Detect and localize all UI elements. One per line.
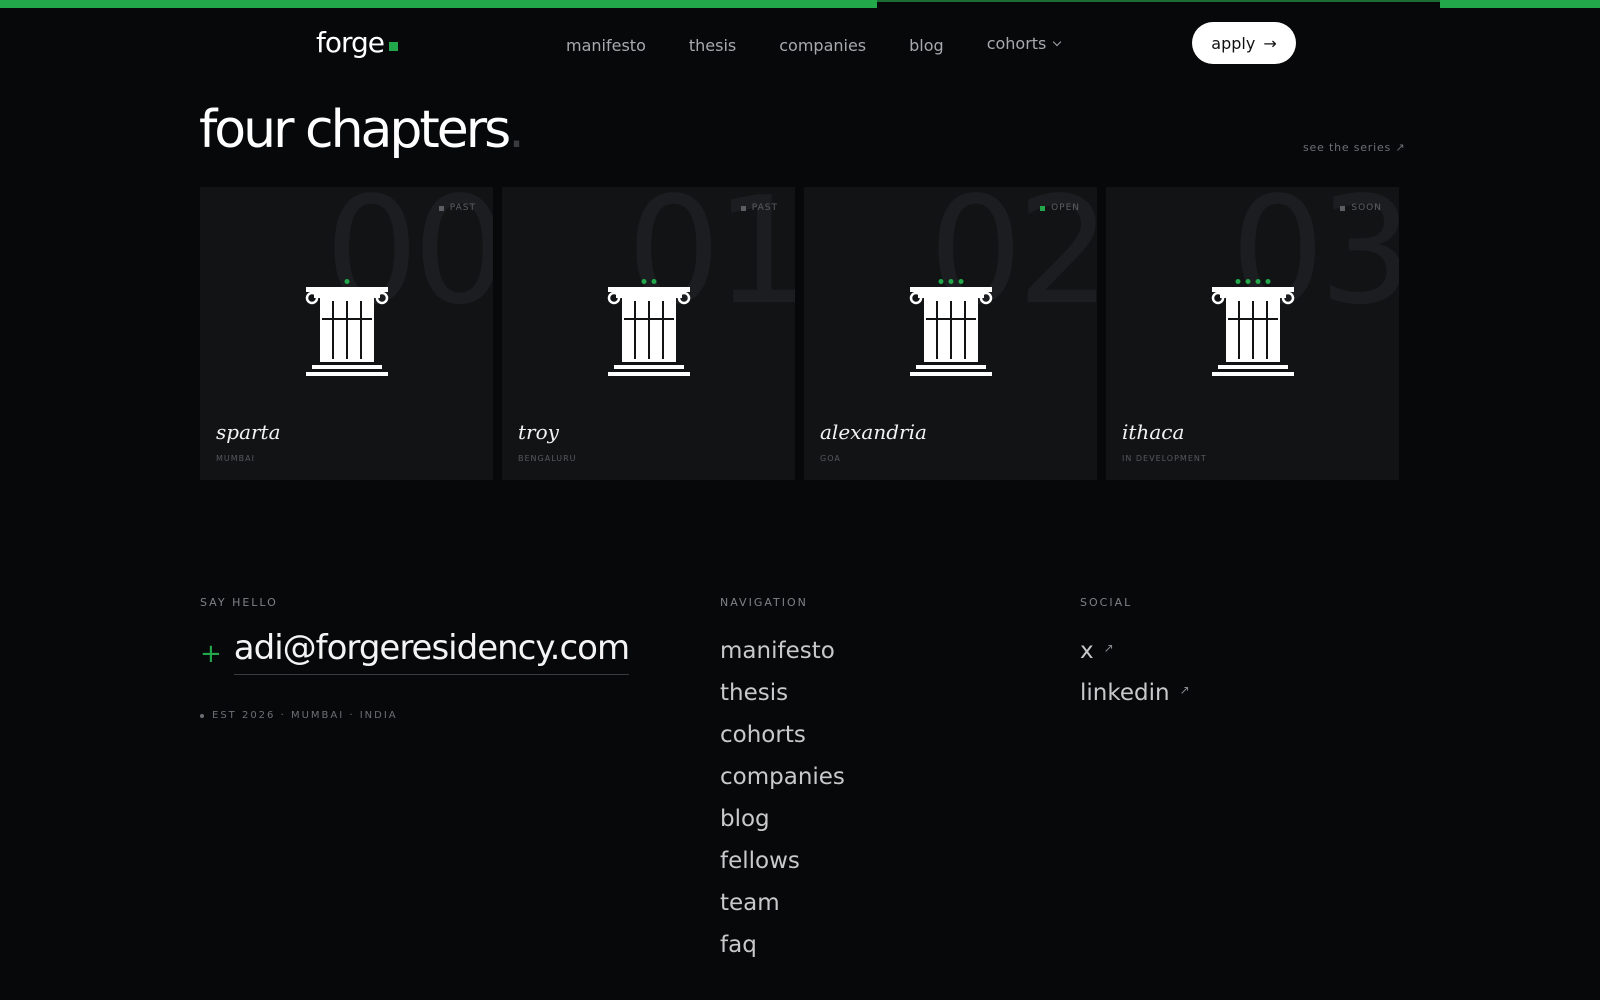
status-badge: OPEN [1040,203,1080,213]
footer-link-fellows[interactable]: fellows [720,840,845,882]
logo-square-icon [389,42,399,51]
footer-link-thesis[interactable]: thesis [720,672,845,714]
social-link-x[interactable]: x ↗ [1080,630,1190,672]
cohort-dot [938,279,944,284]
status-text: SOON [1351,203,1382,213]
chapter-card[interactable]: 00 PAST sparta MUMBAI [200,187,493,480]
chapter-location: BENGALURU [518,454,577,463]
status-square-icon [740,205,746,211]
pillar-shape [305,287,389,376]
social-x-label: x [1080,638,1094,664]
chevron-down-icon [1053,37,1062,46]
cohort-dot [958,279,964,284]
external-link-icon: ↗ [1103,641,1114,655]
section-title-text: four chapters [199,100,511,160]
chapter-name: sparta [216,420,281,444]
cohort-dot [1235,279,1241,284]
plus-icon: + [200,638,222,669]
status-text: PAST [751,203,778,213]
chapter-name: troy [518,420,559,444]
cohort-dots [938,279,964,284]
nav-link-manifesto[interactable]: manifesto [566,36,646,55]
pillar-icon [1211,279,1295,376]
pillar-shape [909,287,993,376]
bullet-dot-icon [200,713,204,718]
cohort-dot [651,279,657,284]
status-text: PAST [449,203,476,213]
status-badge: SOON [1340,203,1382,213]
top-progress-bar [0,0,1600,8]
footer-link-manifesto[interactable]: manifesto [720,630,845,672]
chapter-name: ithaca [1122,420,1185,444]
chapter-location: IN DEVELOPMENT [1122,454,1207,463]
logo-text: forge [316,26,385,59]
cohort-dots [1235,279,1271,284]
nav-link-thesis[interactable]: thesis [689,36,736,55]
pillar-shape [607,287,691,376]
apply-label: apply [1211,33,1256,53]
est-text: EST 2026 · MUMBAI · INDIA [212,710,398,721]
footer-link-companies[interactable]: companies [720,756,845,798]
cohort-dot [641,279,647,284]
cohort-dots [344,279,350,284]
status-badge: PAST [438,203,476,213]
cohort-dot [344,279,350,284]
status-badge: PAST [740,203,778,213]
apply-button[interactable]: apply → [1192,22,1296,64]
footer-link-faq[interactable]: faq [720,924,845,966]
nav-link-companies[interactable]: companies [779,36,866,55]
cohort-dot [1255,279,1261,284]
email-block: + adi@forgeresidency.com [200,628,630,675]
email-link[interactable]: adi@forgeresidency.com [233,628,630,675]
chapter-card[interactable]: 02 OPEN alexandria GOA [804,187,1097,480]
status-square-icon [438,205,444,211]
say-hello-label: SAY HELLO [200,596,278,609]
cohort-dots [641,279,657,284]
status-text: OPEN [1051,203,1080,213]
navigation-label: NAVIGATION [720,596,808,609]
chapter-cards: 00 PAST sparta MUMBAI 01 PAST troy BENGA… [200,187,1400,480]
social-link-linkedin[interactable]: linkedin ↗ [1080,672,1190,714]
cohort-dot [948,279,954,284]
chapter-name: alexandria [820,420,927,444]
nav-dropdown-cohorts[interactable]: cohorts [986,34,1062,53]
title-dot: . [508,100,524,160]
footer-link-blog[interactable]: blog [720,798,845,840]
social-linkedin-label: linkedin [1080,680,1170,706]
pillar-shape [1211,287,1295,376]
status-square-icon [1040,205,1046,211]
main-nav: manifesto thesis companies blog cohorts [566,34,1103,55]
social-label: SOCIAL [1080,596,1133,609]
chapter-card[interactable]: 01 PAST troy BENGALURU [502,187,795,480]
chapter-location: MUMBAI [216,454,255,463]
status-square-icon [1340,205,1346,211]
pillar-icon [909,279,993,376]
social-links: x ↗ linkedin ↗ [1080,630,1190,714]
nav-cohorts-label: cohorts [986,34,1047,53]
chapter-location: GOA [820,454,841,463]
cohort-dot [1245,279,1251,284]
nav-link-blog[interactable]: blog [909,36,944,55]
chapter-card[interactable]: 03 SOON ithaca IN DEVELOPMENT [1106,187,1399,480]
see-the-series-link[interactable]: see the series ↗ [1303,141,1405,154]
footer-link-cohorts[interactable]: cohorts [720,714,845,756]
section-title: four chapters. [199,100,525,160]
footer-nav: manifesto thesis cohorts companies blog … [720,630,845,966]
est-line: EST 2026 · MUMBAI · INDIA [200,710,398,721]
pillar-icon [305,279,389,376]
logo[interactable]: forge [316,26,399,59]
arrow-right-icon: → [1263,33,1277,53]
cohort-dot [1265,279,1271,284]
pillar-icon [607,279,691,376]
external-link-icon: ↗ [1179,683,1190,697]
footer-link-team[interactable]: team [720,882,845,924]
